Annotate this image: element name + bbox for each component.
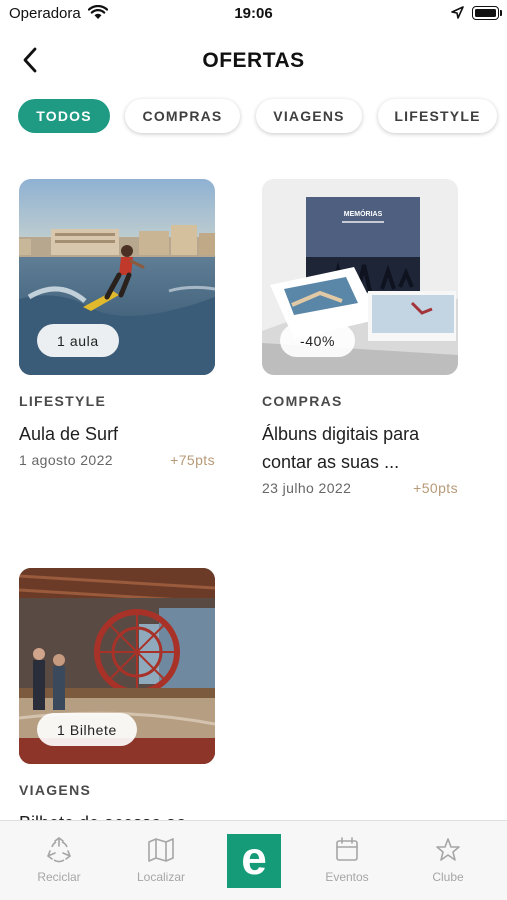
offer-badge: 1 aula bbox=[37, 324, 119, 357]
tab-localizar[interactable]: Localizar bbox=[116, 821, 206, 900]
page-title: OFERTAS bbox=[202, 49, 305, 72]
tab-label: Clube bbox=[432, 870, 464, 884]
home-logo-button[interactable]: e bbox=[227, 834, 281, 888]
calendar-icon bbox=[336, 837, 358, 861]
offer-date: 1 agosto 2022 bbox=[19, 452, 113, 468]
offer-title: Álbuns digitais para contar as suas ... bbox=[262, 424, 420, 472]
status-bar: Operadora 19:06 bbox=[0, 0, 507, 30]
filter-chip-lifestyle[interactable]: LIFESTYLE bbox=[378, 99, 497, 133]
album-cover-title: MEMÓRIAS bbox=[344, 209, 383, 218]
tab-clube[interactable]: Clube bbox=[403, 821, 493, 900]
tab-label: Localizar bbox=[136, 870, 186, 884]
filter-chips: TODOS COMPRAS VIAGENS LIFESTYLE bbox=[0, 99, 507, 135]
offer-category: VIAGENS bbox=[19, 782, 92, 798]
offer-meta: 1 agosto 2022 +75pts bbox=[19, 452, 215, 468]
home-logo-icon: e bbox=[241, 832, 267, 884]
filter-chip-compras[interactable]: COMPRAS bbox=[125, 99, 240, 133]
filter-chip-todos[interactable]: TODOS bbox=[18, 99, 110, 133]
offer-image-albums: MEMÓRIAS -40% bbox=[262, 179, 458, 375]
star-icon bbox=[436, 838, 460, 861]
battery-icon bbox=[472, 6, 499, 20]
offer-category: LIFESTYLE bbox=[19, 393, 107, 409]
offer-card-ticket[interactable]: 1 Bilhete VIAGENS Bilhete de acesso ao bbox=[19, 568, 215, 837]
map-icon bbox=[148, 838, 174, 862]
tab-label: Eventos bbox=[325, 870, 369, 884]
offer-badge: -40% bbox=[280, 324, 356, 357]
offer-card-albums[interactable]: MEMÓRIAS -40% COMPRAS Álbuns digitais pa… bbox=[262, 179, 458, 496]
offer-points: +50pts bbox=[413, 480, 458, 496]
location-arrow-icon bbox=[451, 6, 464, 19]
tab-reciclar[interactable]: Reciclar bbox=[14, 821, 104, 900]
tab-label: Reciclar bbox=[37, 870, 81, 884]
offer-points: +75pts bbox=[170, 452, 215, 468]
offer-image-ticket: 1 Bilhete bbox=[19, 568, 215, 764]
offer-meta: 23 julho 2022 +50pts bbox=[262, 480, 458, 496]
nav-bar: OFERTAS bbox=[0, 38, 507, 84]
offer-title: Aula de Surf bbox=[19, 424, 119, 444]
offer-date: 23 julho 2022 bbox=[262, 480, 352, 496]
offer-badge: 1 Bilhete bbox=[37, 713, 137, 746]
status-time: 19:06 bbox=[234, 5, 273, 22]
tab-eventos[interactable]: Eventos bbox=[302, 821, 392, 900]
filter-chip-viagens[interactable]: VIAGENS bbox=[256, 99, 362, 133]
offer-category: COMPRAS bbox=[262, 393, 343, 409]
battery-tip bbox=[500, 10, 502, 16]
recycle-icon bbox=[47, 837, 71, 863]
offer-image-surf: 1 aula bbox=[19, 179, 215, 375]
tab-bar: Reciclar Localizar e Eventos Clube bbox=[0, 820, 507, 900]
offer-card-surf[interactable]: 1 aula LIFESTYLE Aula de Surf 1 agosto 2… bbox=[19, 179, 215, 468]
